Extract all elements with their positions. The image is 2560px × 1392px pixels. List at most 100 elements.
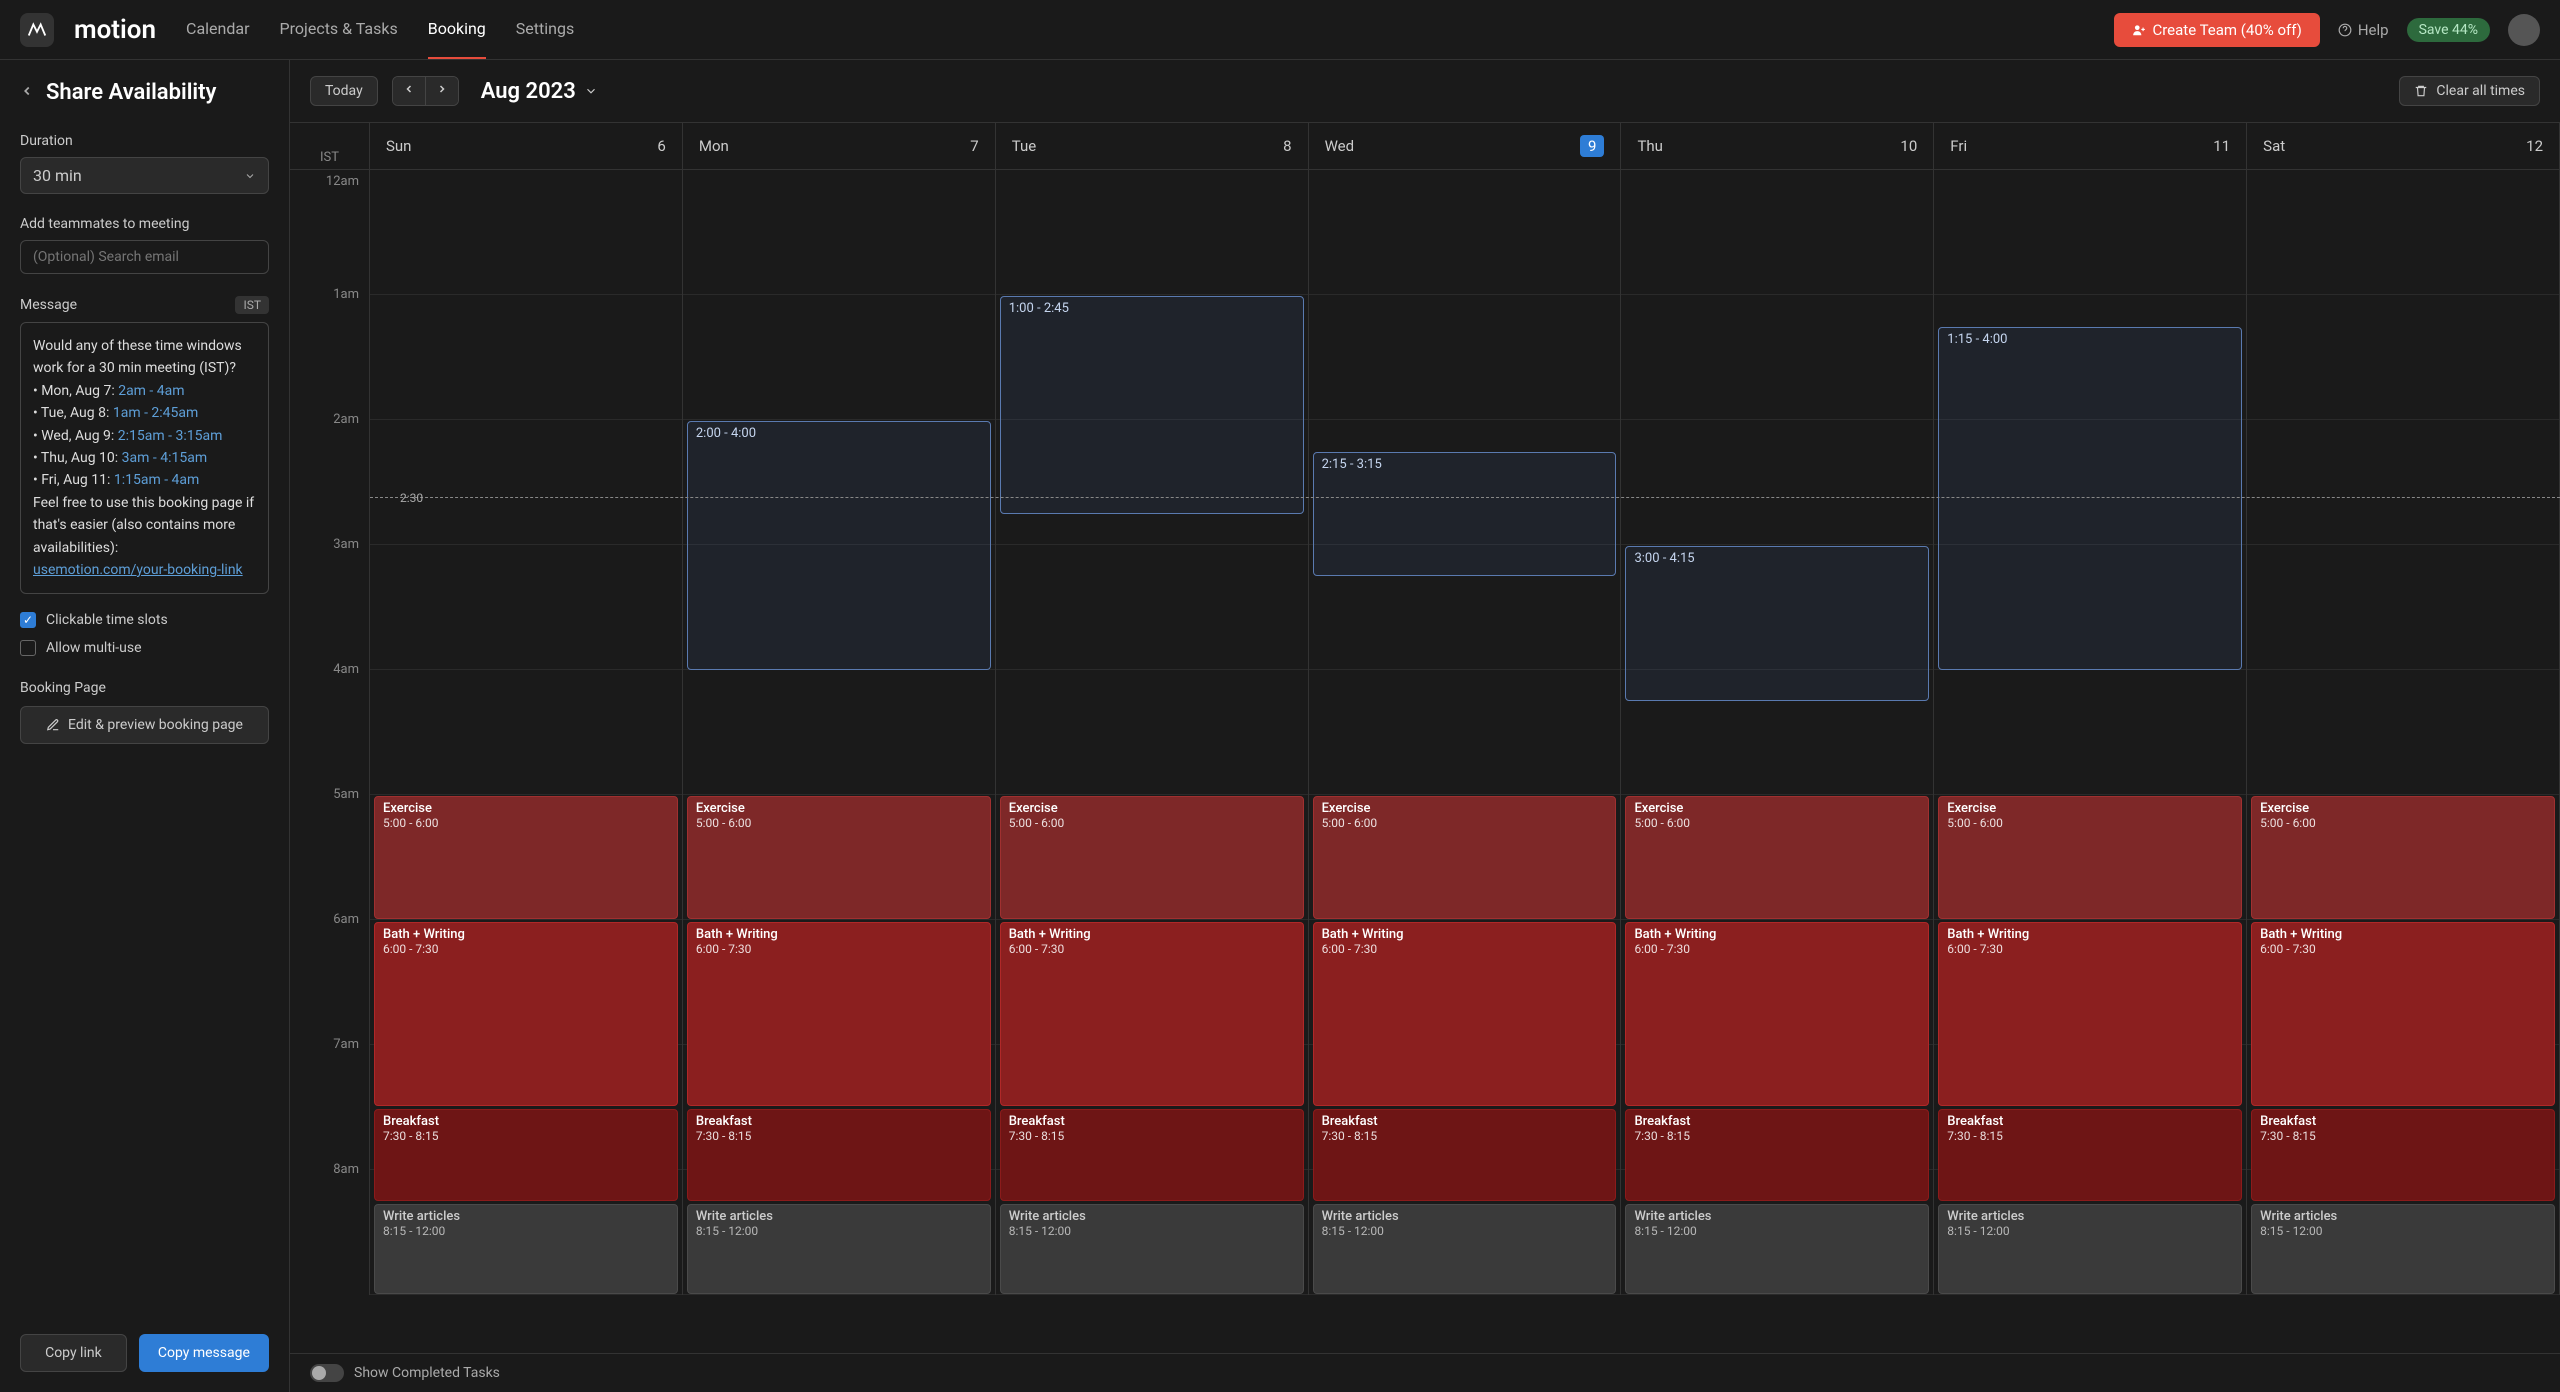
booking-link[interactable]: usemotion.com/your-booking-link bbox=[33, 562, 243, 578]
back-button[interactable] bbox=[20, 81, 34, 105]
hour-label: 8am bbox=[290, 1162, 369, 1287]
calendar: Today Aug 2023 Clear all times IST Sun6M… bbox=[290, 60, 2560, 1392]
availability-slot[interactable]: 2:00 - 4:00 bbox=[687, 421, 991, 670]
calendar-event[interactable]: Breakfast7:30 - 8:15 bbox=[374, 1109, 678, 1201]
day-header[interactable]: Sun6 bbox=[370, 123, 683, 169]
calendar-event[interactable]: Bath + Writing6:00 - 7:30 bbox=[1000, 922, 1304, 1106]
save-badge[interactable]: Save 44% bbox=[2407, 18, 2490, 42]
calendar-event[interactable]: Breakfast7:30 - 8:15 bbox=[1938, 1109, 2242, 1201]
calendar-event[interactable]: Write articles8:15 - 12:00 bbox=[1938, 1204, 2242, 1294]
hour-label: 4am bbox=[290, 662, 369, 787]
copy-link-button[interactable]: Copy link bbox=[20, 1334, 127, 1372]
nav-settings[interactable]: Settings bbox=[516, 0, 574, 59]
message-label: Message bbox=[20, 297, 77, 313]
calendar-event[interactable]: Write articles8:15 - 12:00 bbox=[1625, 1204, 1929, 1294]
month-picker[interactable]: Aug 2023 bbox=[481, 79, 598, 104]
calendar-event[interactable]: Write articles8:15 - 12:00 bbox=[687, 1204, 991, 1294]
calendar-event[interactable]: Exercise5:00 - 6:00 bbox=[1000, 796, 1304, 919]
day-column[interactable]: 1:00 - 2:45 Exercise5:00 - 6:00Bath + Wri… bbox=[996, 170, 1309, 1295]
calendar-body[interactable]: 12am1am2am3am4am5am6am7am8am Exercise5:0… bbox=[290, 170, 2560, 1353]
add-teammates-label: Add teammates to meeting bbox=[20, 216, 269, 232]
chevron-left-icon bbox=[20, 81, 34, 101]
day-column[interactable]: 2:00 - 4:00 Exercise5:00 - 6:00Bath + Wri… bbox=[683, 170, 996, 1295]
calendar-event[interactable]: Breakfast7:30 - 8:15 bbox=[2251, 1109, 2555, 1201]
help-button[interactable]: Help bbox=[2338, 21, 2389, 39]
time-link[interactable]: 2am - 4am bbox=[118, 383, 184, 399]
day-column[interactable]: Exercise5:00 - 6:00Bath + Writing6:00 - … bbox=[370, 170, 683, 1295]
calendar-event[interactable]: Write articles8:15 - 12:00 bbox=[374, 1204, 678, 1294]
avatar[interactable] bbox=[2508, 14, 2540, 46]
nav-calendar[interactable]: Calendar bbox=[186, 0, 249, 59]
calendar-event[interactable]: Bath + Writing6:00 - 7:30 bbox=[2251, 922, 2555, 1106]
calendar-event[interactable]: Breakfast7:30 - 8:15 bbox=[1625, 1109, 1929, 1201]
chevron-down-icon bbox=[244, 170, 256, 182]
day-header[interactable]: Thu10 bbox=[1621, 123, 1934, 169]
hour-label: 6am bbox=[290, 912, 369, 1037]
day-header[interactable]: Wed9 bbox=[1309, 123, 1622, 169]
calendar-header: IST Sun6Mon7Tue8Wed9Thu10Fri11Sat12 bbox=[290, 122, 2560, 170]
calendar-event[interactable]: Breakfast7:30 - 8:15 bbox=[687, 1109, 991, 1201]
hour-label: 1am bbox=[290, 287, 369, 412]
calendar-event[interactable]: Exercise5:00 - 6:00 bbox=[1625, 796, 1929, 919]
logo[interactable] bbox=[20, 13, 54, 47]
sidebar-title: Share Availability bbox=[46, 80, 216, 105]
message-box[interactable]: Would any of these time windows work for… bbox=[20, 322, 269, 594]
calendar-event[interactable]: Bath + Writing6:00 - 7:30 bbox=[1313, 922, 1617, 1106]
clickable-time-slots-checkbox[interactable] bbox=[20, 612, 36, 628]
calendar-event[interactable]: Breakfast7:30 - 8:15 bbox=[1000, 1109, 1304, 1201]
availability-slot[interactable]: 3:00 - 4:15 bbox=[1625, 546, 1929, 701]
calendar-event[interactable]: Exercise5:00 - 6:00 bbox=[374, 796, 678, 919]
availability-slot[interactable]: 1:00 - 2:45 bbox=[1000, 296, 1304, 514]
day-header[interactable]: Fri11 bbox=[1934, 123, 2247, 169]
time-link[interactable]: 3am - 4:15am bbox=[122, 450, 207, 466]
message-tz-badge[interactable]: IST bbox=[235, 296, 269, 314]
calendar-event[interactable]: Exercise5:00 - 6:00 bbox=[1313, 796, 1617, 919]
calendar-event[interactable]: Bath + Writing6:00 - 7:30 bbox=[1625, 922, 1929, 1106]
calendar-event[interactable]: Exercise5:00 - 6:00 bbox=[687, 796, 991, 919]
show-completed-toggle[interactable] bbox=[310, 1364, 344, 1382]
calendar-event[interactable]: Bath + Writing6:00 - 7:30 bbox=[1938, 922, 2242, 1106]
next-week-button[interactable] bbox=[426, 77, 458, 105]
clear-all-times-button[interactable]: Clear all times bbox=[2399, 76, 2540, 106]
copy-message-button[interactable]: Copy message bbox=[139, 1334, 269, 1372]
day-header[interactable]: Tue8 bbox=[996, 123, 1309, 169]
brand: motion bbox=[74, 15, 156, 45]
allow-multi-use-label: Allow multi-use bbox=[46, 640, 142, 656]
availability-slot[interactable]: 1:15 - 4:00 bbox=[1938, 327, 2242, 670]
duration-label: Duration bbox=[20, 133, 269, 149]
create-team-button[interactable]: Create Team (40% off) bbox=[2114, 13, 2319, 47]
calendar-event[interactable]: Bath + Writing6:00 - 7:30 bbox=[374, 922, 678, 1106]
calendar-event[interactable]: Write articles8:15 - 12:00 bbox=[2251, 1204, 2555, 1294]
day-column[interactable]: Exercise5:00 - 6:00Bath + Writing6:00 - … bbox=[2247, 170, 2560, 1295]
nav-booking[interactable]: Booking bbox=[428, 0, 486, 59]
calendar-event[interactable]: Write articles8:15 - 12:00 bbox=[1313, 1204, 1617, 1294]
calendar-event[interactable]: Exercise5:00 - 6:00 bbox=[1938, 796, 2242, 919]
today-button[interactable]: Today bbox=[310, 76, 378, 106]
calendar-event[interactable]: Breakfast7:30 - 8:15 bbox=[1313, 1109, 1617, 1201]
day-header[interactable]: Sat12 bbox=[2247, 123, 2560, 169]
calendar-event[interactable]: Bath + Writing6:00 - 7:30 bbox=[687, 922, 991, 1106]
calendar-event[interactable]: Write articles8:15 - 12:00 bbox=[1000, 1204, 1304, 1294]
sidebar: Share Availability Duration 30 min Add t… bbox=[0, 60, 290, 1392]
hour-label: 12am bbox=[290, 170, 369, 295]
calendar-event[interactable]: Exercise5:00 - 6:00 bbox=[2251, 796, 2555, 919]
availability-slot[interactable]: 2:15 - 3:15 bbox=[1313, 452, 1617, 576]
search-email-input[interactable] bbox=[20, 240, 269, 274]
time-link[interactable]: 1:15am - 4am bbox=[114, 472, 199, 488]
duration-select[interactable]: 30 min bbox=[20, 157, 269, 194]
nav-links: Calendar Projects & Tasks Booking Settin… bbox=[186, 0, 574, 59]
nav-projects-tasks[interactable]: Projects & Tasks bbox=[280, 0, 398, 59]
day-column[interactable]: 3:00 - 4:15 Exercise5:00 - 6:00Bath + Wri… bbox=[1621, 170, 1934, 1295]
day-column[interactable]: 1:15 - 4:00 Exercise5:00 - 6:00Bath + Wri… bbox=[1934, 170, 2247, 1295]
time-link[interactable]: 1am - 2:45am bbox=[113, 405, 198, 421]
chevron-left-icon bbox=[403, 83, 415, 95]
edit-preview-button[interactable]: Edit & preview booking page bbox=[20, 706, 269, 744]
allow-multi-use-checkbox[interactable] bbox=[20, 640, 36, 656]
now-time-label: 2:30 bbox=[400, 491, 423, 505]
prev-week-button[interactable] bbox=[393, 77, 426, 105]
day-header[interactable]: Mon7 bbox=[683, 123, 996, 169]
clickable-time-slots-label: Clickable time slots bbox=[46, 612, 168, 628]
hour-label: 7am bbox=[290, 1037, 369, 1162]
day-column[interactable]: 2:15 - 3:15 Exercise5:00 - 6:00Bath + Wri… bbox=[1309, 170, 1622, 1295]
time-link[interactable]: 2:15am - 3:15am bbox=[118, 428, 223, 444]
